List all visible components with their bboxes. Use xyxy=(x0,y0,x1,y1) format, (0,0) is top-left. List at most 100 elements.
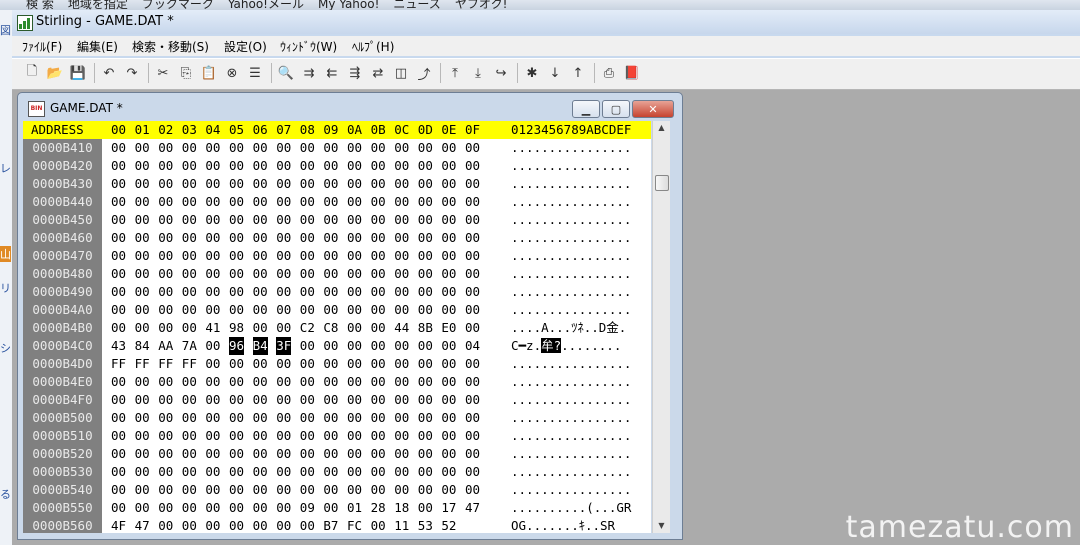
hex-byte[interactable]: 00 xyxy=(229,463,244,481)
hex-byte[interactable]: 4F xyxy=(111,517,126,533)
hex-byte[interactable]: 00 xyxy=(300,301,315,319)
hex-byte[interactable]: 00 xyxy=(135,391,150,409)
hex-byte[interactable]: 00 xyxy=(253,373,268,391)
delete-icon[interactable]: ⊗ xyxy=(222,63,242,83)
hex-byte[interactable]: 00 xyxy=(276,175,291,193)
hex-byte[interactable]: 00 xyxy=(441,193,456,211)
hex-byte[interactable]: 00 xyxy=(418,247,433,265)
hex-byte[interactable]: 00 xyxy=(441,481,456,499)
hex-byte[interactable]: 00 xyxy=(323,409,338,427)
hex-byte[interactable]: 00 xyxy=(465,175,480,193)
hex-byte[interactable]: 00 xyxy=(276,355,291,373)
hex-byte[interactable]: 8B xyxy=(418,319,433,337)
hex-byte[interactable]: 00 xyxy=(441,445,456,463)
hex-byte[interactable]: 00 xyxy=(418,427,433,445)
hex-byte[interactable]: 00 xyxy=(229,175,244,193)
hex-byte[interactable]: 00 xyxy=(135,373,150,391)
hex-byte[interactable]: 00 xyxy=(111,283,126,301)
hex-byte[interactable]: 00 xyxy=(418,283,433,301)
hex-byte[interactable]: 00 xyxy=(323,355,338,373)
list-icon[interactable]: ☰ xyxy=(245,63,265,83)
hex-byte[interactable]: 00 xyxy=(371,445,386,463)
hex-byte[interactable]: 00 xyxy=(135,211,150,229)
hex-row[interactable]: 0000B4E0 00 00 00 00 00 00 00 00 00 00 00 00 00 00 00 00… xyxy=(23,373,651,391)
ascii-text[interactable]: C━z.牟?........ xyxy=(511,337,621,355)
ascii-text[interactable]: OG.......ｷ..SR xyxy=(511,517,615,533)
hex-byte[interactable]: 00 xyxy=(465,157,480,175)
hex-byte[interactable]: 7A xyxy=(182,337,197,355)
hex-byte[interactable]: C8 xyxy=(323,319,338,337)
hex-byte[interactable]: 00 xyxy=(158,427,173,445)
jump-address-icon[interactable]: ↪ xyxy=(491,63,511,83)
hex-byte[interactable]: 00 xyxy=(418,193,433,211)
hex-byte[interactable]: 00 xyxy=(276,319,291,337)
hex-byte[interactable]: 00 xyxy=(323,211,338,229)
hex-byte[interactable]: 00 xyxy=(371,463,386,481)
hex-row[interactable]: 0000B4B0 00 00 00 00 41 98 00 00 C2 C8 00 00 44 8B E0 00… xyxy=(23,319,651,337)
hex-byte[interactable]: 00 xyxy=(371,157,386,175)
hex-byte[interactable]: 00 xyxy=(394,445,409,463)
hex-byte[interactable]: 00 xyxy=(158,409,173,427)
hex-byte[interactable]: 00 xyxy=(182,283,197,301)
hex-byte[interactable]: 00 xyxy=(158,445,173,463)
ascii-text[interactable]: ....A...ﾂﾈ..D金. xyxy=(511,319,626,337)
hex-byte[interactable]: 00 xyxy=(418,229,433,247)
hex-byte[interactable]: FF xyxy=(158,355,173,373)
maximize-button[interactable]: ▢ xyxy=(602,100,630,118)
hex-byte[interactable]: 00 xyxy=(229,247,244,265)
hex-byte[interactable]: 00 xyxy=(182,481,197,499)
hex-byte[interactable]: 00 xyxy=(182,373,197,391)
hex-byte[interactable]: 00 xyxy=(253,409,268,427)
menu-item[interactable]: ｳｨﾝﾄﾞｳ(W) xyxy=(280,38,337,55)
hex-byte[interactable]: FC xyxy=(347,517,362,533)
hex-byte[interactable]: 00 xyxy=(371,337,386,355)
hex-byte[interactable]: 00 xyxy=(441,337,456,355)
hex-byte[interactable]: 00 xyxy=(158,175,173,193)
hex-byte[interactable]: 00 xyxy=(276,301,291,319)
hex-byte[interactable]: 00 xyxy=(253,427,268,445)
hex-byte[interactable]: 00 xyxy=(205,463,220,481)
hex-byte[interactable]: 00 xyxy=(158,463,173,481)
hex-byte[interactable]: 00 xyxy=(323,373,338,391)
hex-row[interactable]: 0000B4F0 00 00 00 00 00 00 00 00 00 00 00 00 00 00 00 00… xyxy=(23,391,651,409)
redo-icon[interactable]: ↷ xyxy=(122,63,142,83)
hex-byte[interactable]: 00 xyxy=(229,283,244,301)
hex-byte[interactable]: FF xyxy=(182,355,197,373)
hex-byte[interactable]: 00 xyxy=(394,175,409,193)
selected-hex-byte[interactable]: 3F xyxy=(276,337,292,355)
hex-byte[interactable]: 00 xyxy=(347,319,362,337)
hex-byte[interactable]: 00 xyxy=(300,139,315,157)
ascii-text[interactable]: ................ xyxy=(511,409,631,427)
ascii-text[interactable]: ................ xyxy=(511,373,631,391)
hex-byte[interactable]: 00 xyxy=(276,265,291,283)
hex-byte[interactable]: 00 xyxy=(182,463,197,481)
hex-byte[interactable]: 00 xyxy=(347,193,362,211)
hex-byte[interactable]: 00 xyxy=(182,157,197,175)
ascii-text[interactable]: ................ xyxy=(511,283,631,301)
ascii-text[interactable]: ................ xyxy=(511,229,631,247)
app-titlebar[interactable]: Stirling - GAME.DAT * xyxy=(12,10,1080,34)
hex-byte[interactable]: 00 xyxy=(323,499,338,517)
hex-byte[interactable]: 00 xyxy=(111,301,126,319)
hex-byte[interactable]: 00 xyxy=(276,247,291,265)
hex-byte[interactable]: 00 xyxy=(300,283,315,301)
ascii-text[interactable]: ................ xyxy=(511,445,631,463)
hex-byte[interactable]: 00 xyxy=(323,229,338,247)
ascii-text[interactable]: ................ xyxy=(511,247,631,265)
find-icon[interactable]: 🔍 xyxy=(276,63,296,83)
hex-byte[interactable]: 00 xyxy=(300,247,315,265)
hex-row[interactable]: 0000B4C0 43 84 AA 7A 00 96 B4 3F 00 00 00 00 00 00 00 04… xyxy=(23,337,651,355)
hex-byte[interactable]: 43 xyxy=(111,337,126,355)
hex-byte[interactable]: 00 xyxy=(300,517,315,533)
document-titlebar[interactable]: BIN GAME.DAT * ▁ ▢ ✕ xyxy=(18,93,682,119)
hex-byte[interactable]: 00 xyxy=(135,319,150,337)
hex-byte[interactable]: 00 xyxy=(111,427,126,445)
hex-byte[interactable]: 00 xyxy=(205,499,220,517)
hex-byte[interactable]: 00 xyxy=(441,283,456,301)
hex-byte[interactable]: 11 xyxy=(394,517,409,533)
hex-byte[interactable]: 00 xyxy=(253,463,268,481)
hex-byte[interactable]: 00 xyxy=(465,427,480,445)
hex-row[interactable]: 0000B560 4F 47 00 00 00 00 00 00 00 B7 FC 00 11 53 52 OG… xyxy=(23,517,651,533)
hex-byte[interactable]: 00 xyxy=(347,355,362,373)
hex-byte[interactable]: 00 xyxy=(135,157,150,175)
